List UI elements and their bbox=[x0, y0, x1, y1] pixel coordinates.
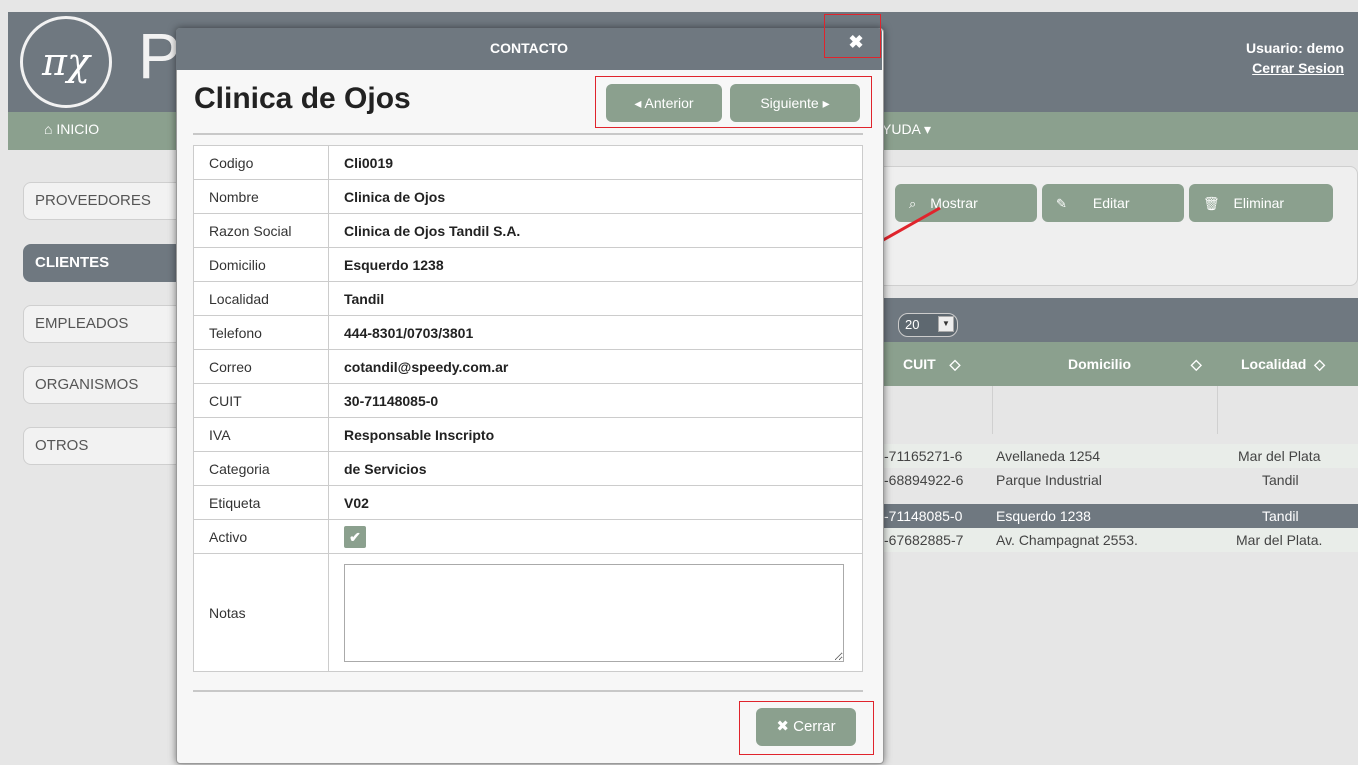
field-value: cotandil@speedy.com.ar bbox=[328, 349, 863, 384]
field-label: Domicilio bbox=[193, 247, 329, 282]
field-value: Tandil bbox=[328, 281, 863, 316]
field-row-correo: Correo cotandil@speedy.com.ar bbox=[193, 349, 863, 384]
field-label: Categoria bbox=[193, 451, 329, 486]
field-label: Correo bbox=[193, 349, 329, 384]
field-value: Clinica de Ojos bbox=[328, 179, 863, 214]
field-value: Clinica de Ojos Tandil S.A. bbox=[328, 213, 863, 248]
field-value: V02 bbox=[328, 485, 863, 520]
field-value: 444-8301/0703/3801 bbox=[328, 315, 863, 350]
field-value: 30-71148085-0 bbox=[328, 383, 863, 418]
field-label: IVA bbox=[193, 417, 329, 452]
field-label: Activo bbox=[193, 519, 329, 554]
field-row-notas: Notas bbox=[193, 553, 863, 672]
field-row-activo: Activo ✔ bbox=[193, 519, 863, 554]
field-value: Responsable Inscripto bbox=[328, 417, 863, 452]
field-label: Razon Social bbox=[193, 213, 329, 248]
field-label: Notas bbox=[193, 553, 329, 672]
field-label: Localidad bbox=[193, 281, 329, 316]
contact-heading: Clinica de Ojos bbox=[194, 82, 411, 115]
field-row-nombre: Nombre Clinica de Ojos bbox=[193, 179, 863, 214]
field-row-domicilio: Domicilio Esquerdo 1238 bbox=[193, 247, 863, 282]
modal-title: CONTACTO bbox=[489, 40, 569, 56]
field-row-localidad: Localidad Tandil bbox=[193, 281, 863, 316]
field-value: de Servicios bbox=[328, 451, 863, 486]
field-row-categoria: Categoria de Servicios bbox=[193, 451, 863, 486]
field-value: Esquerdo 1238 bbox=[328, 247, 863, 282]
divider bbox=[193, 690, 863, 692]
field-label: Codigo bbox=[193, 145, 329, 180]
annotation-box-close-button bbox=[739, 701, 874, 755]
field-row-telefono: Telefono 444-8301/0703/3801 bbox=[193, 315, 863, 350]
field-row-etiqueta: Etiqueta V02 bbox=[193, 485, 863, 520]
field-label: Etiqueta bbox=[193, 485, 329, 520]
field-row-codigo: Codigo Cli0019 bbox=[193, 145, 863, 180]
field-label: CUIT bbox=[193, 383, 329, 418]
active-checkbox[interactable]: ✔ bbox=[344, 525, 366, 548]
contact-detail-table: Codigo Cli0019 Nombre Clinica de Ojos Razo… bbox=[193, 145, 863, 672]
field-row-cuit: CUIT 30-71148085-0 bbox=[193, 383, 863, 418]
field-label: Telefono bbox=[193, 315, 329, 350]
notes-textarea[interactable] bbox=[344, 563, 844, 662]
annotation-box-close bbox=[824, 14, 881, 58]
field-row-razon-social: Razon Social Clinica de Ojos Tandil S.A. bbox=[193, 213, 863, 248]
field-row-iva: IVA Responsable Inscripto bbox=[193, 417, 863, 452]
field-value: Cli0019 bbox=[328, 145, 863, 180]
field-label: Nombre bbox=[193, 179, 329, 214]
divider bbox=[193, 133, 863, 135]
annotation-box-navigation bbox=[595, 76, 872, 128]
